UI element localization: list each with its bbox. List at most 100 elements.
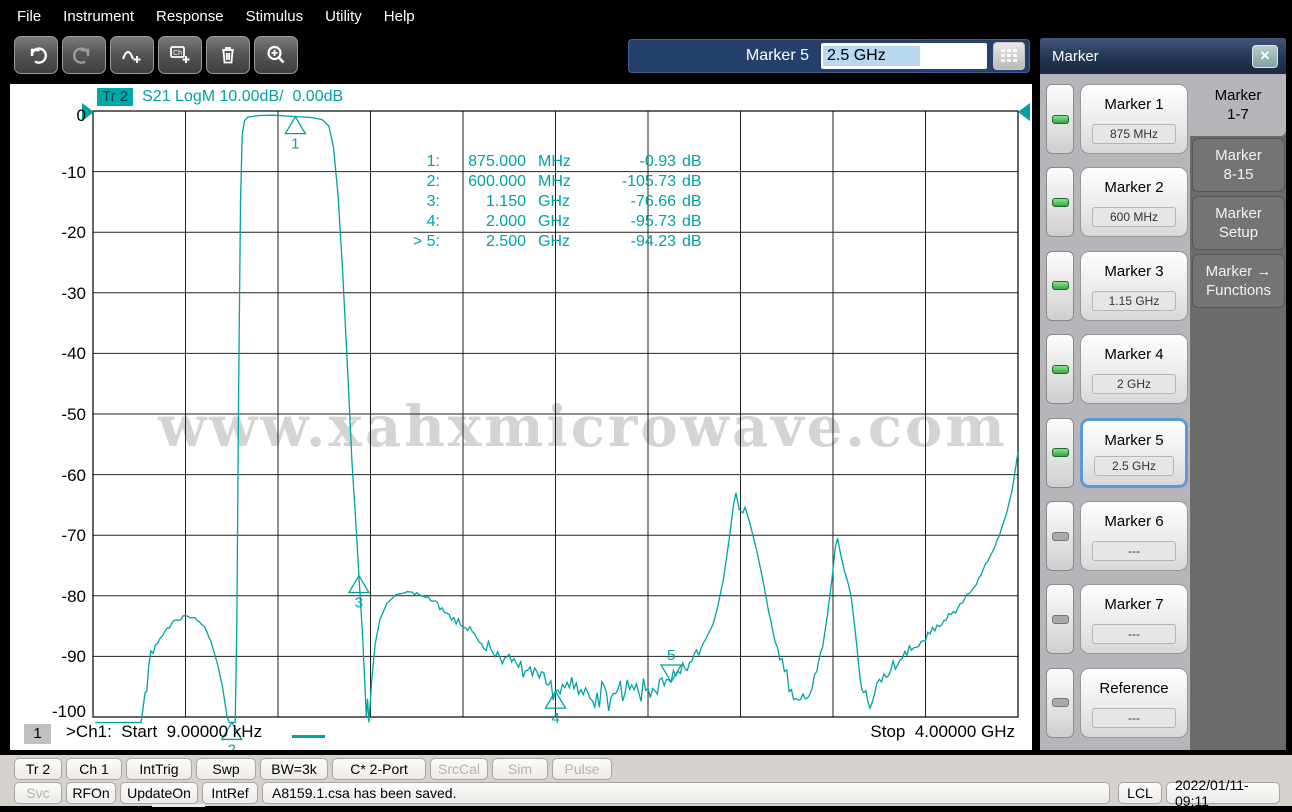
- measurement-plot-area: www.xahxmicrowave.com 12345 Tr 2 S21 Log…: [10, 84, 1032, 750]
- toggle-on-indicator: [1051, 114, 1069, 124]
- marker-button-marker-3[interactable]: Marker 3 1.15 GHz: [1080, 250, 1188, 321]
- trace-header[interactable]: Tr 2 S21 LogM 10.00dB/ 0.00dB: [97, 88, 343, 106]
- readout-cell: -76.66: [630, 193, 676, 210]
- marker-button-marker-6[interactable]: Marker 6 ---: [1080, 501, 1188, 571]
- status-grip: [152, 804, 205, 807]
- status-rfon[interactable]: RFOn: [66, 782, 116, 804]
- status-updateon[interactable]: UpdateOn: [120, 782, 198, 804]
- y-axis-tick-label: -90: [61, 647, 86, 667]
- marker-button-value: ---: [1092, 541, 1176, 561]
- keypad-icon[interactable]: [993, 42, 1025, 70]
- menu-item-help[interactable]: Help: [373, 2, 426, 31]
- marker-button-marker-1[interactable]: Marker 1 875 MHz: [1080, 84, 1188, 154]
- readout-row: > 5: 2.500 GHz -94.23 dB: [392, 232, 710, 252]
- delete-button[interactable]: [206, 36, 250, 74]
- menu-item-instrument[interactable]: Instrument: [52, 2, 145, 31]
- add-trace-button[interactable]: [110, 36, 154, 74]
- marker-toggle-4[interactable]: [1046, 334, 1074, 405]
- marker-toggle-7[interactable]: [1046, 584, 1074, 655]
- y-axis-tick-label: -50: [61, 405, 86, 424]
- tab-label-line: Setup: [1218, 224, 1259, 241]
- marker-1-number: 1: [291, 136, 299, 153]
- undo-icon: [30, 47, 47, 64]
- undo-button[interactable]: [14, 36, 58, 74]
- trace-badge[interactable]: Tr 2: [97, 88, 134, 106]
- svg-text:Ch: Ch: [173, 50, 182, 57]
- marker-button-marker-2[interactable]: Marker 2 600 MHz: [1080, 167, 1188, 238]
- marker-toggle-6[interactable]: [1046, 501, 1074, 571]
- marker-toggle-8[interactable]: [1046, 667, 1074, 738]
- marker-button-marker-4[interactable]: Marker 4 2 GHz: [1080, 334, 1188, 405]
- readout-cell: MHz: [538, 153, 571, 170]
- readout-row: 2: 600.000 MHz -105.73 dB: [392, 172, 710, 192]
- y-axis-tick-label: -70: [61, 526, 86, 546]
- status-swp[interactable]: Swp: [196, 758, 256, 780]
- marker-softkey-panel: Marker ✕ Marker 1-7 Marker 8-15 Marker Setup M…: [1040, 38, 1286, 750]
- marker-button-title: Marker 3: [1104, 262, 1164, 280]
- panel-tabs-column: Marker 1-7 Marker 8-15 Marker Setup Marker → Fu…: [1190, 74, 1286, 750]
- redo-button[interactable]: [62, 36, 106, 74]
- marker-toggle-3[interactable]: [1046, 250, 1074, 321]
- menu-item-utility[interactable]: Utility: [314, 2, 373, 31]
- marker-button-value: ---: [1092, 707, 1176, 728]
- status-bw-3k[interactable]: BW=3k: [260, 758, 328, 780]
- y-axis-tick-label: -10: [61, 162, 86, 182]
- tab-marker-setup[interactable]: Marker Setup: [1192, 196, 1285, 250]
- readout-cell: dB: [682, 193, 702, 210]
- status-pulse[interactable]: Pulse: [552, 758, 612, 780]
- readout-cell: 600.000: [468, 173, 526, 190]
- y-axis-tick-label: -30: [61, 283, 86, 303]
- tab-label-line: Marker: [1215, 147, 1262, 164]
- status-message: A8159.1.csa has been saved.: [262, 782, 1110, 804]
- add-trace-icon: [122, 51, 141, 63]
- tab-label-line: Marker: [1215, 205, 1262, 222]
- marker-toggle-2[interactable]: [1046, 167, 1074, 238]
- status-lcl[interactable]: LCL: [1118, 782, 1162, 804]
- status-c-2-port[interactable]: C* 2-Port: [332, 758, 426, 780]
- zoom-button[interactable]: [254, 36, 298, 74]
- status-srccal[interactable]: SrcCal: [430, 758, 488, 780]
- status-intref[interactable]: IntRef: [202, 782, 258, 804]
- marker-frequency-input[interactable]: 2.5 GHz: [821, 43, 987, 69]
- marker-button-reference[interactable]: Reference ---: [1080, 667, 1188, 738]
- toggle-on-indicator: [1051, 364, 1069, 374]
- close-icon[interactable]: ✕: [1252, 44, 1278, 68]
- active-marker-label: Marker 5: [745, 47, 809, 64]
- status-ch-1[interactable]: Ch 1: [66, 758, 122, 780]
- toggle-off-indicator: [1051, 531, 1069, 541]
- readout-cell: MHz: [538, 173, 571, 190]
- readout-cell: dB: [682, 233, 702, 250]
- marker-toggle-1[interactable]: [1046, 84, 1074, 154]
- y-axis-tick-label: -60: [61, 465, 86, 485]
- readout-cell: 875.000: [468, 153, 526, 170]
- vna-application-window: File Instrument Response Stimulus Utility Hel…: [0, 0, 1292, 812]
- menu-item-file[interactable]: File: [6, 2, 52, 31]
- add-channel-icon: Ch: [170, 46, 190, 63]
- status-svc[interactable]: Svc: [14, 782, 62, 804]
- marker-button-title: Marker 4: [1104, 346, 1164, 364]
- tab-marker-1-7[interactable]: Marker 1-7: [1190, 74, 1286, 136]
- tab-marker-functions[interactable]: Marker → Functions: [1192, 254, 1285, 308]
- tab-label-line: Marker: [1214, 87, 1262, 104]
- tab-marker-8-15[interactable]: Marker 8-15: [1192, 138, 1285, 192]
- marker-button-title: Marker 7: [1104, 596, 1164, 614]
- y-axis-tick-label: -100: [51, 702, 86, 721]
- toggle-off-indicator: [1051, 614, 1069, 624]
- channel-badge[interactable]: 1: [24, 724, 51, 744]
- readout-cell: dB: [682, 213, 702, 230]
- marker-toggle-5[interactable]: [1046, 417, 1074, 488]
- status-tr-2[interactable]: Tr 2: [14, 758, 62, 780]
- readout-cell: 2.500: [485, 233, 526, 250]
- marker-4-number: 4: [551, 710, 559, 727]
- active-marker-entry: Marker 5 2.5 GHz: [628, 39, 1030, 73]
- add-channel-button[interactable]: Ch: [158, 36, 202, 74]
- menu-item-response[interactable]: Response: [145, 2, 235, 31]
- readout-cell: -95.73: [630, 213, 676, 230]
- status-inttrig[interactable]: IntTrig: [126, 758, 192, 780]
- marker-button-marker-7[interactable]: Marker 7 ---: [1080, 584, 1188, 655]
- menu-item-stimulus[interactable]: Stimulus: [235, 2, 315, 31]
- sweep-stop-label: Stop 4.00000 GHz: [870, 722, 1015, 741]
- status-sim[interactable]: Sim: [492, 758, 548, 780]
- toggle-on-indicator: [1051, 197, 1069, 207]
- marker-button-marker-5[interactable]: Marker 5 2.5 GHz: [1080, 417, 1188, 488]
